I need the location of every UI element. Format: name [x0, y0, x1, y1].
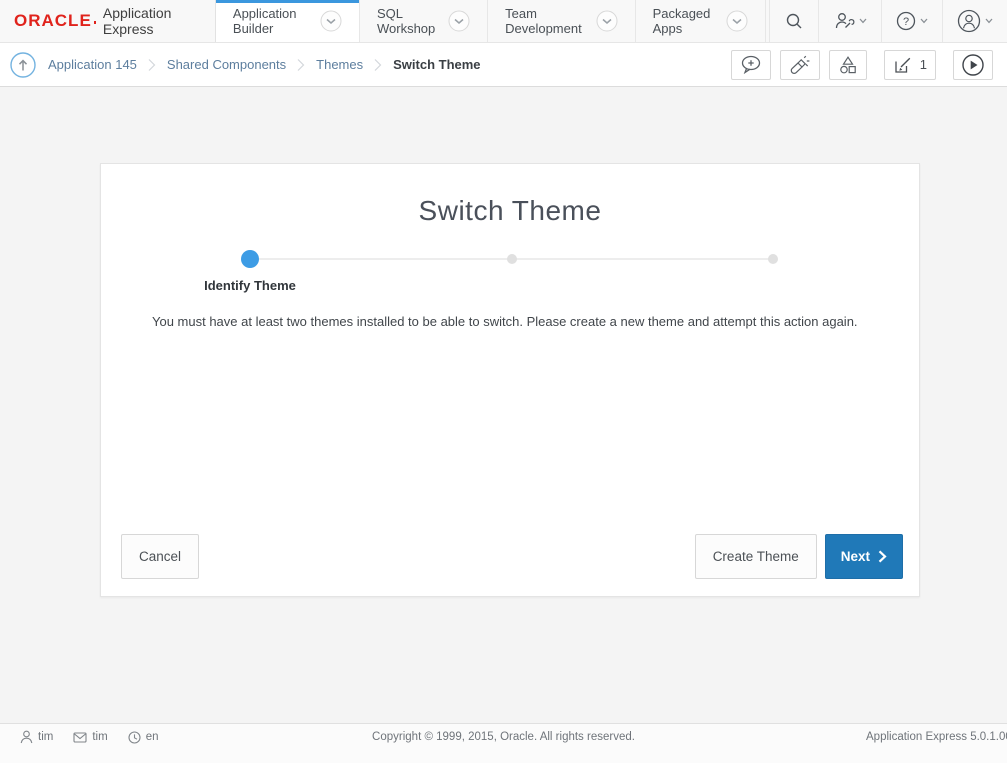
- flashlight-button[interactable]: [780, 50, 820, 80]
- breadcrumb-separator-icon: [297, 58, 305, 72]
- next-button-label: Next: [841, 549, 870, 564]
- clock-icon: [128, 731, 141, 744]
- step-dot-pending: [768, 254, 778, 264]
- footer-email-value: tim: [92, 731, 107, 743]
- search-button[interactable]: [769, 0, 818, 42]
- step-dot-active: [241, 250, 259, 268]
- create-theme-button[interactable]: Create Theme: [695, 534, 817, 579]
- chevron-down-circle-icon[interactable]: [596, 10, 618, 32]
- run-application-button[interactable]: [953, 50, 993, 80]
- tab-application-builder[interactable]: Application Builder: [216, 0, 360, 42]
- footer-copyright: Copyright © 1999, 2015, Oracle. All righ…: [372, 731, 635, 743]
- page-footer: tim tim en Copyright © 1999, 2015, Oracl…: [0, 723, 1007, 763]
- footer-language: en: [128, 730, 159, 744]
- footer-session-info: tim tim en: [20, 730, 158, 744]
- admin-wrench-icon: [833, 11, 855, 31]
- breadcrumb-link-themes[interactable]: Themes: [316, 57, 363, 72]
- edit-page-icon: [893, 55, 913, 75]
- tab-label: Team Development: [505, 6, 586, 36]
- product-name: Application Express: [103, 5, 191, 37]
- breadcrumb-separator-icon: [148, 58, 156, 72]
- envelope-icon: [73, 732, 87, 743]
- footer-user-name: tim: [38, 731, 53, 743]
- step-dot-pending: [507, 254, 517, 264]
- chevron-down-circle-icon[interactable]: [320, 10, 342, 32]
- top-nav: ORACLE Application Express Application B…: [0, 0, 1007, 43]
- tab-label: SQL Workshop: [377, 6, 439, 36]
- oracle-logo: ORACLE: [14, 11, 92, 31]
- chevron-down-circle-icon[interactable]: [726, 10, 748, 32]
- help-menu-button[interactable]: ?: [881, 0, 942, 42]
- tab-label: Packaged Apps: [653, 6, 717, 36]
- shared-components-icon: [838, 55, 858, 75]
- footer-language-value: en: [146, 731, 159, 743]
- brand: ORACLE Application Express: [0, 0, 216, 42]
- breadcrumb: Application 145 Shared Components Themes…: [48, 57, 481, 72]
- edit-page-number: 1: [920, 57, 927, 72]
- tab-packaged-apps[interactable]: Packaged Apps: [636, 0, 766, 42]
- account-icon: [957, 9, 981, 33]
- feedback-button[interactable]: [731, 50, 771, 80]
- shared-components-button[interactable]: [829, 50, 867, 80]
- flashlight-icon: [789, 55, 811, 75]
- wizard-message: You must have at least two themes instal…: [152, 314, 858, 329]
- next-button[interactable]: Next: [825, 534, 903, 579]
- administration-menu-button[interactable]: [818, 0, 881, 42]
- breadcrumb-bar: Application 145 Shared Components Themes…: [0, 43, 1007, 87]
- account-menu-button[interactable]: [942, 0, 1007, 42]
- switch-theme-card: Switch Theme Identify Theme You must hav…: [100, 163, 920, 597]
- help-icon: ?: [896, 11, 916, 31]
- user-icon: [20, 730, 33, 744]
- edit-page-button[interactable]: 1: [884, 50, 936, 80]
- cancel-button[interactable]: Cancel: [121, 534, 199, 579]
- chevron-right-icon: [878, 550, 887, 563]
- footer-version: Application Express 5.0.1.00.06: [866, 731, 1007, 743]
- search-icon: [784, 11, 804, 31]
- up-level-button[interactable]: [10, 52, 36, 78]
- registered-mark: [94, 21, 96, 24]
- nav-icon-group: ?: [766, 0, 1007, 42]
- main-tabs: Application Builder SQL Workshop Team De…: [216, 0, 766, 42]
- arrow-up-circle-icon: [10, 52, 36, 78]
- tab-team-development[interactable]: Team Development: [488, 0, 635, 42]
- breadcrumb-current: Switch Theme: [393, 57, 480, 72]
- chevron-down-icon: [920, 18, 928, 24]
- chevron-down-circle-icon[interactable]: [448, 10, 470, 32]
- page-toolbar: 1: [722, 50, 993, 80]
- page-title: Switch Theme: [101, 164, 919, 227]
- run-icon: [962, 54, 984, 76]
- chevron-down-icon: [985, 18, 993, 24]
- wizard-buttons: Cancel Create Theme Next: [121, 534, 903, 579]
- breadcrumb-link-application[interactable]: Application 145: [48, 57, 137, 72]
- feedback-icon: [740, 55, 762, 74]
- breadcrumb-link-shared-components[interactable]: Shared Components: [167, 57, 286, 72]
- footer-user: tim: [20, 730, 53, 744]
- step-label: Identify Theme: [150, 278, 350, 293]
- tab-sql-workshop[interactable]: SQL Workshop: [360, 0, 488, 42]
- tab-label: Application Builder: [233, 6, 311, 36]
- breadcrumb-separator-icon: [374, 58, 382, 72]
- chevron-down-icon: [859, 18, 867, 24]
- svg-text:?: ?: [903, 16, 909, 28]
- footer-email: tim: [73, 730, 107, 744]
